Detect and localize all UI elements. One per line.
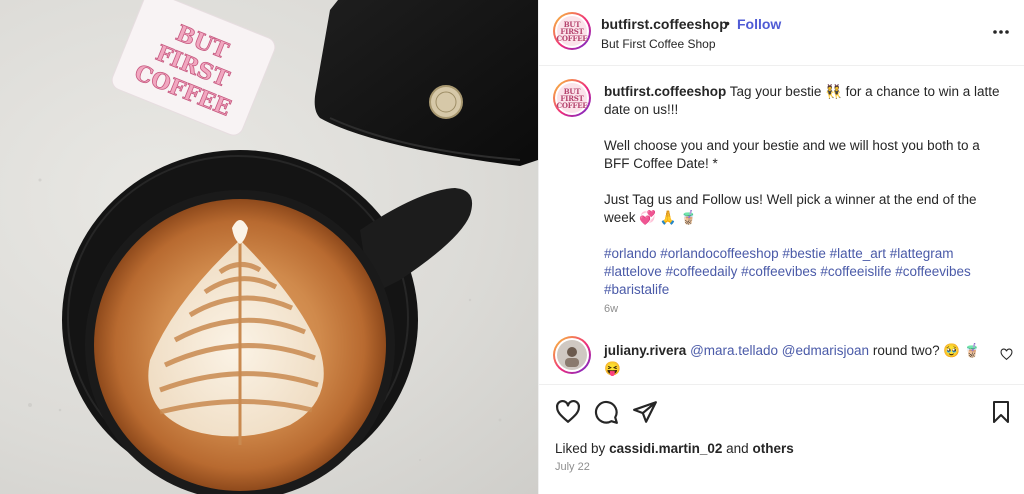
bookmark-icon[interactable] (989, 399, 1013, 425)
more-horizontal-icon[interactable] (991, 22, 1011, 42)
comment-like-icon[interactable] (1000, 348, 1013, 361)
post-actions: Liked by cassidi.martin_02 and others Ju… (539, 384, 1024, 494)
caption-avatar[interactable]: BUT FIRST COFFEE (553, 79, 591, 117)
post-photo[interactable]: BUT FIRST COFFEE (0, 0, 538, 494)
caption-line-2: Well choose you and your bestie and we w… (604, 138, 980, 171)
caption-text: butfirst.coffeeshop Tag your bestie 👯 fo… (604, 83, 1000, 317)
caption-hashtags[interactable]: #orlando #orlandocoffeeshop #bestie #lat… (604, 245, 1000, 299)
post-header: BUT FIRST COFFEE butfirst.coffeeshop • F… (539, 0, 1024, 66)
avatar-logo: BUT FIRST COFFEE (556, 19, 588, 43)
post-date[interactable]: July 22 (555, 461, 590, 473)
comment-icon[interactable] (593, 399, 619, 425)
liked-user[interactable]: cassidi.martin_02 (609, 441, 722, 456)
liked-others[interactable]: others (752, 441, 793, 456)
comment-mentions[interactable]: @mara.tellado @edmarisjoan (690, 343, 869, 358)
follow-button[interactable]: Follow (737, 16, 781, 32)
latte-art-image: BUT FIRST COFFEE (28, 0, 538, 494)
sticker: BUT FIRST COFFEE (111, 0, 276, 136)
caption-timestamp[interactable]: 6w (604, 303, 618, 315)
header-username[interactable]: butfirst.coffeeshop (601, 16, 728, 32)
comment-item: juliany.rivera @mara.tellado @edmarisjoa… (539, 330, 1024, 385)
wallet (314, 0, 538, 166)
person-photo-icon (565, 347, 579, 367)
separator-dot: • (725, 15, 730, 31)
comment-username[interactable]: juliany.rivera (604, 343, 686, 358)
caption-line-3: Just Tag us and Follow us! Well pick a w… (604, 192, 977, 225)
comment-text: juliany.rivera @mara.tellado @edmarisjoa… (604, 342, 994, 378)
caption-section: BUT FIRST COFFEE butfirst.coffeeshop Tag… (539, 67, 1024, 321)
caption-avatar-logo: BUT FIRST COFFEE (556, 86, 588, 110)
likes-summary: Liked by cassidi.martin_02 and others (555, 441, 794, 456)
paper-plane-icon[interactable] (632, 399, 658, 425)
liked-prefix: Liked by (555, 441, 606, 456)
comment-avatar[interactable] (553, 336, 591, 374)
heart-icon[interactable] (555, 399, 581, 425)
post-panel: BUT FIRST COFFEE butfirst.coffeeshop • F… (538, 0, 1024, 494)
avatar[interactable]: BUT FIRST COFFEE (553, 12, 591, 50)
liked-and: and (726, 441, 749, 456)
caption-username[interactable]: butfirst.coffeeshop (604, 84, 726, 99)
header-subtitle[interactable]: But First Coffee Shop (601, 37, 716, 51)
